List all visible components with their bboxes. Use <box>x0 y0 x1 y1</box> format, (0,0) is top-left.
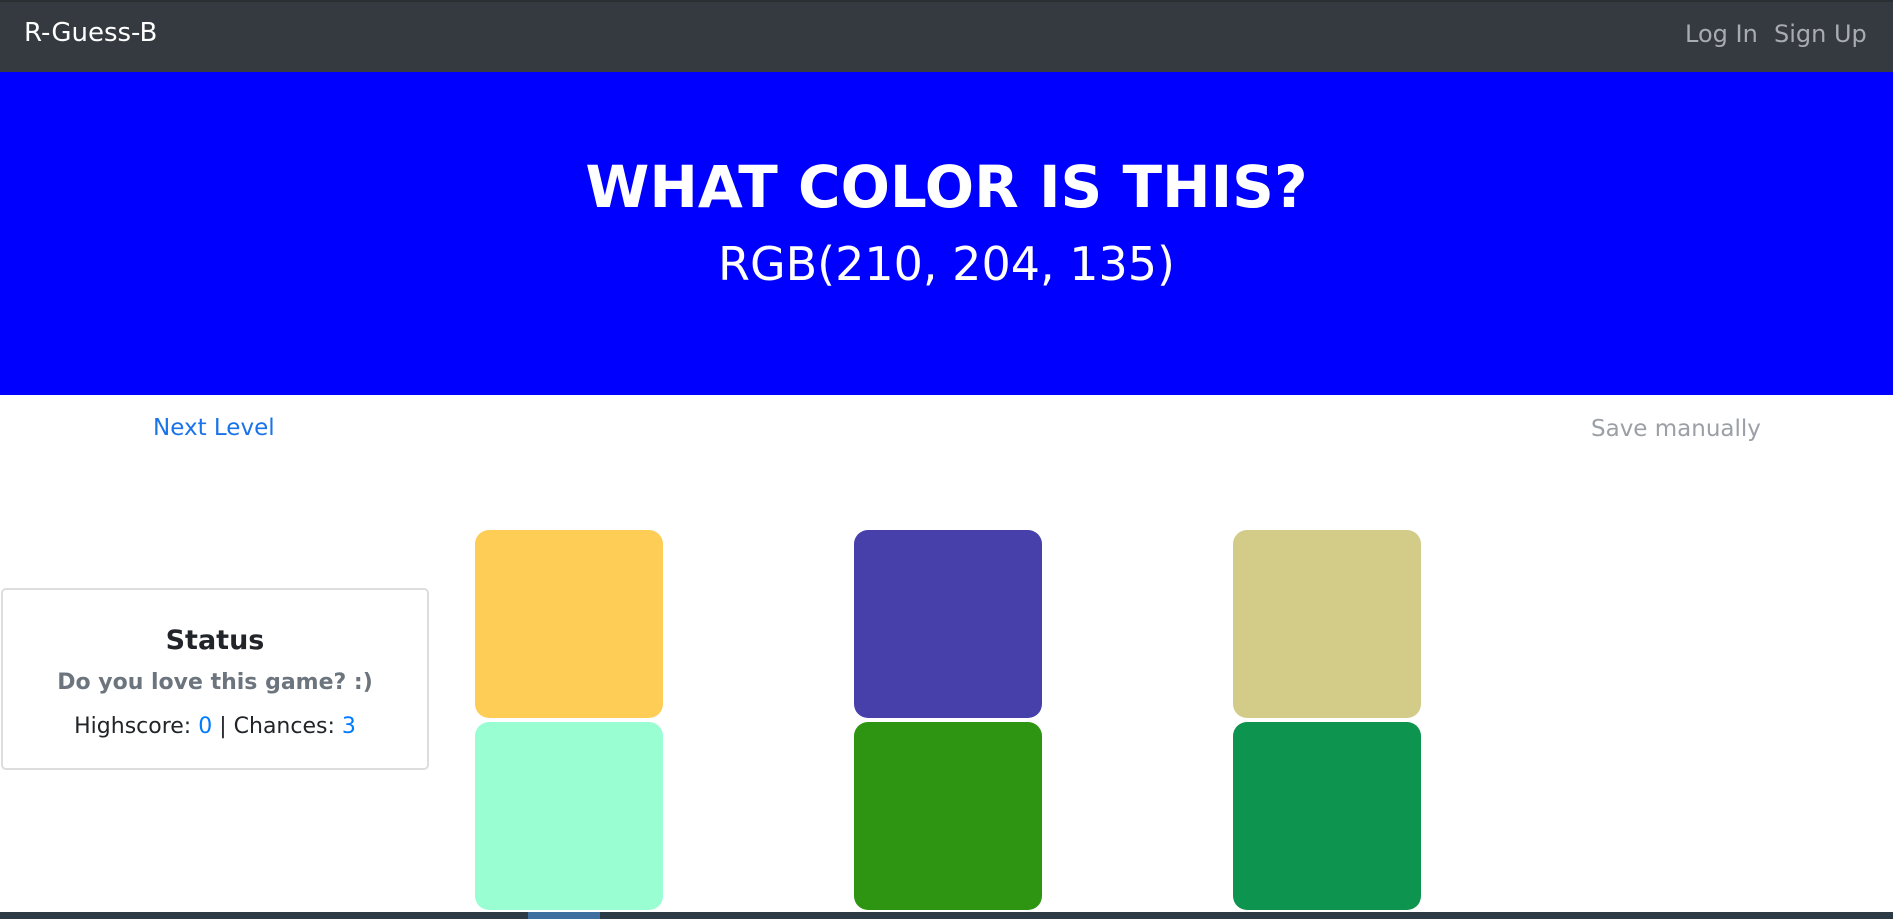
next-level-button[interactable]: Next Level <box>153 412 275 444</box>
login-link[interactable]: Log In <box>1685 18 1758 50</box>
target-rgb-value: RGB(210, 204, 135) <box>718 237 1175 291</box>
status-subtitle: Do you love this game? :) <box>57 670 373 695</box>
score-separator: | <box>219 714 227 739</box>
brand-logo-link[interactable]: R-Guess-B <box>24 16 157 50</box>
color-swatch[interactable] <box>475 722 663 910</box>
color-swatch[interactable] <box>1233 530 1421 718</box>
chances-value: 3 <box>341 714 356 739</box>
status-card: Status Do you love this game? :) Highsco… <box>1 588 429 770</box>
question-heading: WHAT COLOR IS THIS? <box>585 153 1308 221</box>
chances-label: Chances: <box>233 714 335 739</box>
taskbar-strip <box>0 912 1893 919</box>
status-title: Status <box>165 625 265 656</box>
color-swatch[interactable] <box>1233 722 1421 910</box>
color-swatch[interactable] <box>475 530 663 718</box>
save-manually-button[interactable]: Save manually <box>1591 413 1761 445</box>
navbar: R-Guess-B Log In Sign Up <box>0 0 1893 72</box>
color-prompt-banner: WHAT COLOR IS THIS? RGB(210, 204, 135) <box>0 72 1893 395</box>
color-swatch[interactable] <box>854 722 1042 910</box>
highscore-value: 0 <box>198 714 213 739</box>
taskbar-active-indicator <box>528 912 600 919</box>
color-swatch[interactable] <box>854 530 1042 718</box>
signup-link[interactable]: Sign Up <box>1774 18 1867 50</box>
highscore-label: Highscore: <box>74 714 192 739</box>
score-line: Highscore: 0 | Chances: 3 <box>3 712 427 742</box>
